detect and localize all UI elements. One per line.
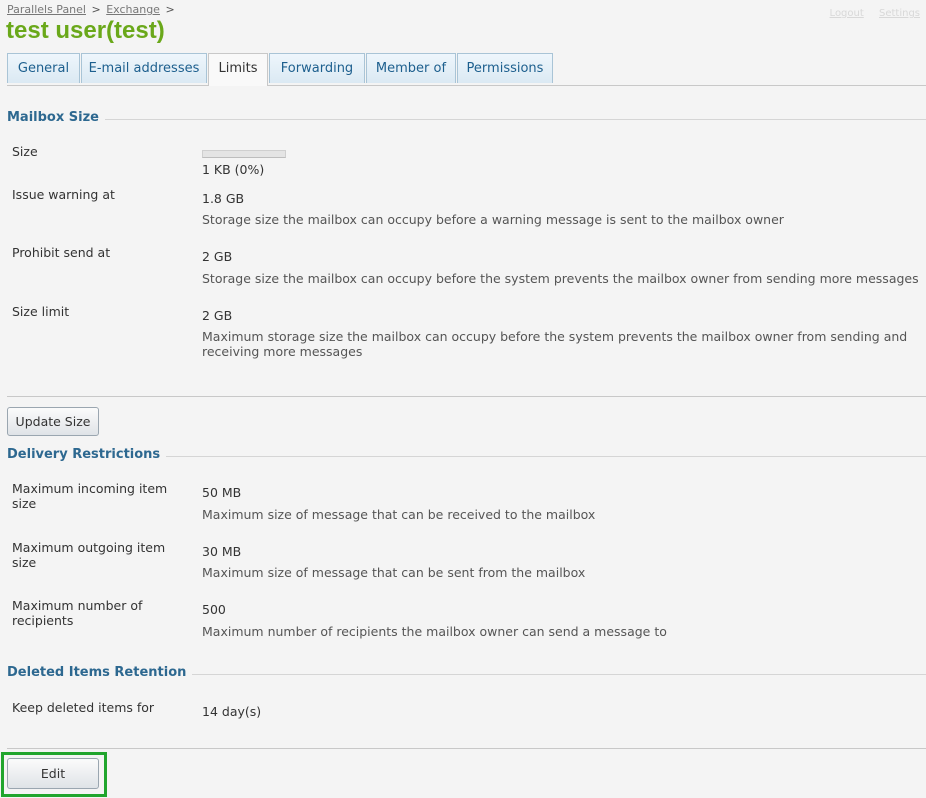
- outgoing-size-value: 30 MB: [202, 544, 242, 559]
- outgoing-size-desc: Maximum size of message that can be sent…: [202, 565, 586, 580]
- keep-deleted-value: 14 day(s): [202, 704, 262, 719]
- divider: [7, 396, 926, 397]
- size-limit-desc: Maximum storage size the mailbox can occ…: [202, 329, 908, 359]
- size-limit-label: Size limit: [12, 304, 70, 319]
- section-title-deleted-items-retention: Deleted Items Retention: [7, 665, 193, 680]
- keep-deleted-label: Keep deleted items for: [12, 700, 155, 715]
- tab-bar: General E-mail addresses Limits Forwardi…: [7, 53, 926, 86]
- incoming-size-label: Maximum incoming item size: [12, 481, 168, 511]
- update-size-button[interactable]: Update Size: [7, 407, 99, 436]
- page-title: test user(test): [6, 17, 165, 44]
- mailbox-usage-bar: [202, 150, 286, 158]
- edit-button[interactable]: Edit: [7, 758, 99, 789]
- page: Parallels Panel > Exchange > Logout Sett…: [0, 0, 926, 798]
- section-title-mailbox-size: Mailbox Size: [7, 110, 105, 125]
- outgoing-size-label: Maximum outgoing item size: [12, 540, 166, 570]
- tab-forwarding[interactable]: Forwarding: [269, 53, 365, 83]
- incoming-size-value: 50 MB: [202, 485, 242, 500]
- section-rule: [7, 119, 926, 120]
- tab-email-addresses[interactable]: E-mail addresses: [81, 53, 207, 83]
- breadcrumb-link-exchange[interactable]: Exchange: [106, 3, 160, 16]
- breadcrumb: Parallels Panel > Exchange >: [7, 3, 177, 16]
- size-label: Size: [12, 144, 38, 159]
- tab-general[interactable]: General: [7, 53, 80, 83]
- tab-permissions[interactable]: Permissions: [457, 53, 553, 83]
- prohibit-send-desc: Storage size the mailbox can occupy befo…: [202, 271, 919, 286]
- breadcrumb-separator: >: [165, 3, 175, 16]
- logout-link[interactable]: Logout: [830, 8, 864, 19]
- tab-limits[interactable]: Limits: [208, 53, 268, 86]
- prohibit-send-label: Prohibit send at: [12, 245, 111, 260]
- issue-warning-desc: Storage size the mailbox can occupy befo…: [202, 212, 784, 227]
- size-limit-value: 2 GB: [202, 308, 233, 323]
- issue-warning-value: 1.8 GB: [202, 191, 245, 206]
- max-recipients-value: 500: [202, 602, 226, 617]
- settings-link[interactable]: Settings: [879, 8, 920, 19]
- top-links: Logout Settings: [818, 8, 920, 19]
- issue-warning-label: Issue warning at: [12, 187, 115, 202]
- incoming-size-desc: Maximum size of message that can be rece…: [202, 507, 596, 522]
- breadcrumb-separator: >: [91, 3, 101, 16]
- divider: [7, 748, 926, 749]
- size-value: 1 KB (0%): [202, 162, 265, 177]
- section-title-delivery-restrictions: Delivery Restrictions: [7, 447, 167, 462]
- max-recipients-desc: Maximum number of recipients the mailbox…: [202, 624, 667, 639]
- tab-member-of[interactable]: Member of: [366, 53, 456, 83]
- breadcrumb-link-panel[interactable]: Parallels Panel: [7, 3, 86, 16]
- max-recipients-label: Maximum number of recipients: [12, 598, 143, 628]
- prohibit-send-value: 2 GB: [202, 249, 233, 264]
